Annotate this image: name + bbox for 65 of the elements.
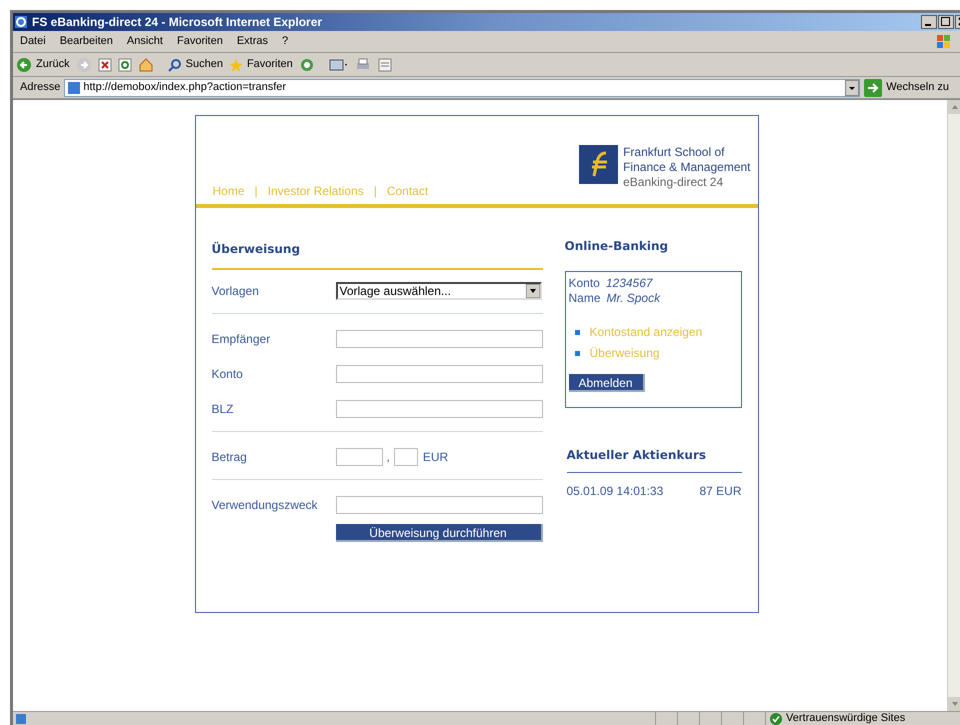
menu-item[interactable]: ? xyxy=(282,33,288,50)
logo-text: Frankfurt School of xyxy=(623,145,726,160)
field-label: Vorlagen xyxy=(212,283,260,300)
dropdown-arrow-icon[interactable] xyxy=(526,284,540,298)
home-icon[interactable] xyxy=(138,56,154,72)
menu-item[interactable]: Bearbeiten xyxy=(60,33,113,50)
windows-logo-icon xyxy=(935,34,953,50)
logo-text: Finance & Management xyxy=(623,160,750,175)
field-label: Empfänger xyxy=(212,331,272,348)
search-icon xyxy=(168,58,182,72)
input-field[interactable] xyxy=(336,365,542,383)
template-dropdown[interactable]: Vorlage auswählen... xyxy=(336,282,542,300)
minimize-icon[interactable] xyxy=(921,15,937,29)
currency-label: EUR xyxy=(422,449,448,466)
scrollbar[interactable] xyxy=(947,100,960,711)
decimal-separator: , xyxy=(386,449,390,466)
address-label: Adresse xyxy=(20,80,60,96)
amount-field[interactable] xyxy=(336,448,382,466)
field-label: Verwendungszweck xyxy=(212,497,319,514)
check-icon xyxy=(770,712,782,724)
input-field[interactable] xyxy=(336,330,542,348)
account-label: Name xyxy=(568,291,601,306)
star-icon xyxy=(228,58,243,72)
scroll-down-icon[interactable] xyxy=(948,697,960,711)
bullet-icon xyxy=(574,330,580,334)
account-value: 1234567 xyxy=(606,276,653,291)
bullet-icon xyxy=(574,350,580,356)
page-icon xyxy=(67,80,82,94)
quote-price: 87 EUR xyxy=(699,483,742,500)
logout-button[interactable]: Abmelden xyxy=(568,374,644,392)
forward-icon[interactable] xyxy=(76,56,92,72)
search-button[interactable]: Suchen xyxy=(168,56,223,73)
menu-item[interactable]: Datei xyxy=(20,33,46,50)
edit-icon[interactable] xyxy=(376,56,393,72)
security-zone: Vertrauenswürdige Sites xyxy=(786,711,906,725)
go-button[interactable]: Wechseln zu xyxy=(864,78,949,96)
nav-separator: | xyxy=(254,183,258,200)
section-heading: Online-Banking xyxy=(564,238,670,255)
section-heading: Aktueller Aktienkurs xyxy=(566,447,708,464)
field-label: BLZ xyxy=(212,401,235,418)
menu-item[interactable]: Ansicht xyxy=(126,33,163,50)
submit-button[interactable]: Überweisung durchführen xyxy=(336,524,542,542)
logo-icon xyxy=(579,145,618,184)
field-label: Betrag xyxy=(212,449,248,466)
logo-subtitle: eBanking-direct 24 xyxy=(623,175,724,190)
cents-field[interactable] xyxy=(394,448,418,466)
account-label: Konto xyxy=(568,276,600,291)
refresh-icon[interactable] xyxy=(118,58,132,72)
window-title: FS eBanking-direct 24 - Microsoft Internet Explorer xyxy=(32,14,322,31)
address-field[interactable]: http://demobox/index.php?action=transfer xyxy=(64,78,860,96)
field-label: Konto xyxy=(212,366,244,383)
section-heading: Überweisung xyxy=(212,240,302,258)
browser-icon xyxy=(14,15,28,29)
page-icon xyxy=(15,712,27,724)
menu-item[interactable]: Extras xyxy=(236,33,268,50)
input-field[interactable] xyxy=(336,400,542,418)
nav-separator: | xyxy=(374,183,377,200)
back-button[interactable]: Zurück xyxy=(16,56,70,73)
quote-time: 05.01.09 14:01:33 xyxy=(566,483,664,500)
stop-icon[interactable] xyxy=(98,58,112,72)
menu-item[interactable]: Favoriten xyxy=(176,33,223,50)
input-field[interactable] xyxy=(336,496,542,514)
account-value: Mr. Spock xyxy=(606,291,660,306)
favorites-button[interactable]: Favoriten xyxy=(228,56,293,73)
scroll-up-icon[interactable] xyxy=(948,100,960,114)
